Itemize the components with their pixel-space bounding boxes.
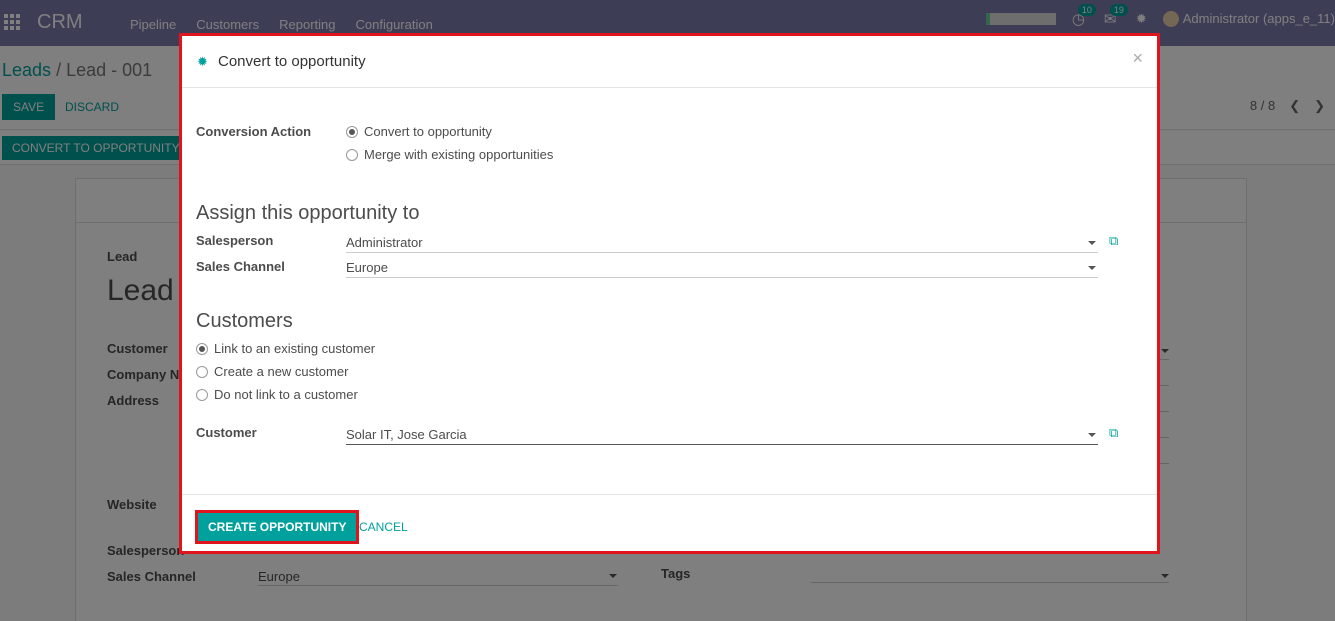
radio-no-customer[interactable]: Do not link to a customer [196, 387, 358, 402]
external-link-icon[interactable]: ⧉ [1109, 233, 1118, 249]
create-opportunity-button[interactable]: CREATE OPPORTUNITY [195, 510, 360, 544]
radio-label: Do not link to a customer [214, 387, 358, 402]
radio-selected-icon[interactable] [346, 125, 358, 138]
sales-channel-value: Europe [346, 260, 388, 275]
salesperson-label: Salesperson [196, 233, 274, 248]
radio-link-existing-customer[interactable]: Link to an existing customer [196, 341, 375, 356]
cancel-button[interactable]: CANCEL [359, 520, 408, 534]
chevron-down-icon[interactable] [1088, 241, 1096, 245]
radio-convert-to-opportunity[interactable]: Convert to opportunity [346, 124, 492, 139]
sales-channel-label: Sales Channel [196, 259, 285, 274]
customers-heading: Customers [196, 310, 293, 332]
chevron-down-icon[interactable] [1088, 266, 1096, 270]
assign-heading: Assign this opportunity to [196, 202, 420, 224]
external-link-icon[interactable]: ⧉ [1109, 425, 1118, 441]
radio-label: Create a new customer [214, 364, 349, 379]
dialog-title: Convert to opportunity [218, 53, 366, 70]
close-icon[interactable]: × [1132, 48, 1143, 69]
salesperson-value: Administrator [346, 235, 423, 250]
dialog-footer: CREATE OPPORTUNITY CANCEL [182, 494, 1157, 554]
radio-create-new-customer[interactable]: Create a new customer [196, 364, 348, 379]
customer-field[interactable]: Solar IT, Jose Garcia [346, 425, 1098, 445]
dialog-header: ✹ Convert to opportunity × [182, 36, 1157, 88]
radio-selected-icon[interactable] [196, 342, 208, 355]
customer-label: Customer [196, 425, 257, 440]
radio-label: Link to an existing customer [214, 341, 376, 356]
salesperson-field[interactable]: Administrator [346, 233, 1098, 253]
customer-value: Solar IT, Jose Garcia [346, 427, 467, 442]
radio-merge-opportunities[interactable]: Merge with existing opportunities [346, 147, 553, 162]
convert-dialog: ✹ Convert to opportunity × Conversion Ac… [179, 33, 1160, 554]
radio-unselected-icon[interactable] [196, 388, 208, 401]
bug-icon: ✹ [197, 54, 208, 69]
sales-channel-field[interactable]: Europe [346, 258, 1098, 278]
radio-label: Convert to opportunity [364, 124, 492, 139]
radio-unselected-icon[interactable] [346, 148, 358, 161]
radio-label: Merge with existing opportunities [364, 147, 554, 162]
radio-unselected-icon[interactable] [196, 365, 208, 378]
conversion-action-label: Conversion Action [196, 124, 312, 139]
chevron-down-icon[interactable] [1088, 433, 1096, 437]
